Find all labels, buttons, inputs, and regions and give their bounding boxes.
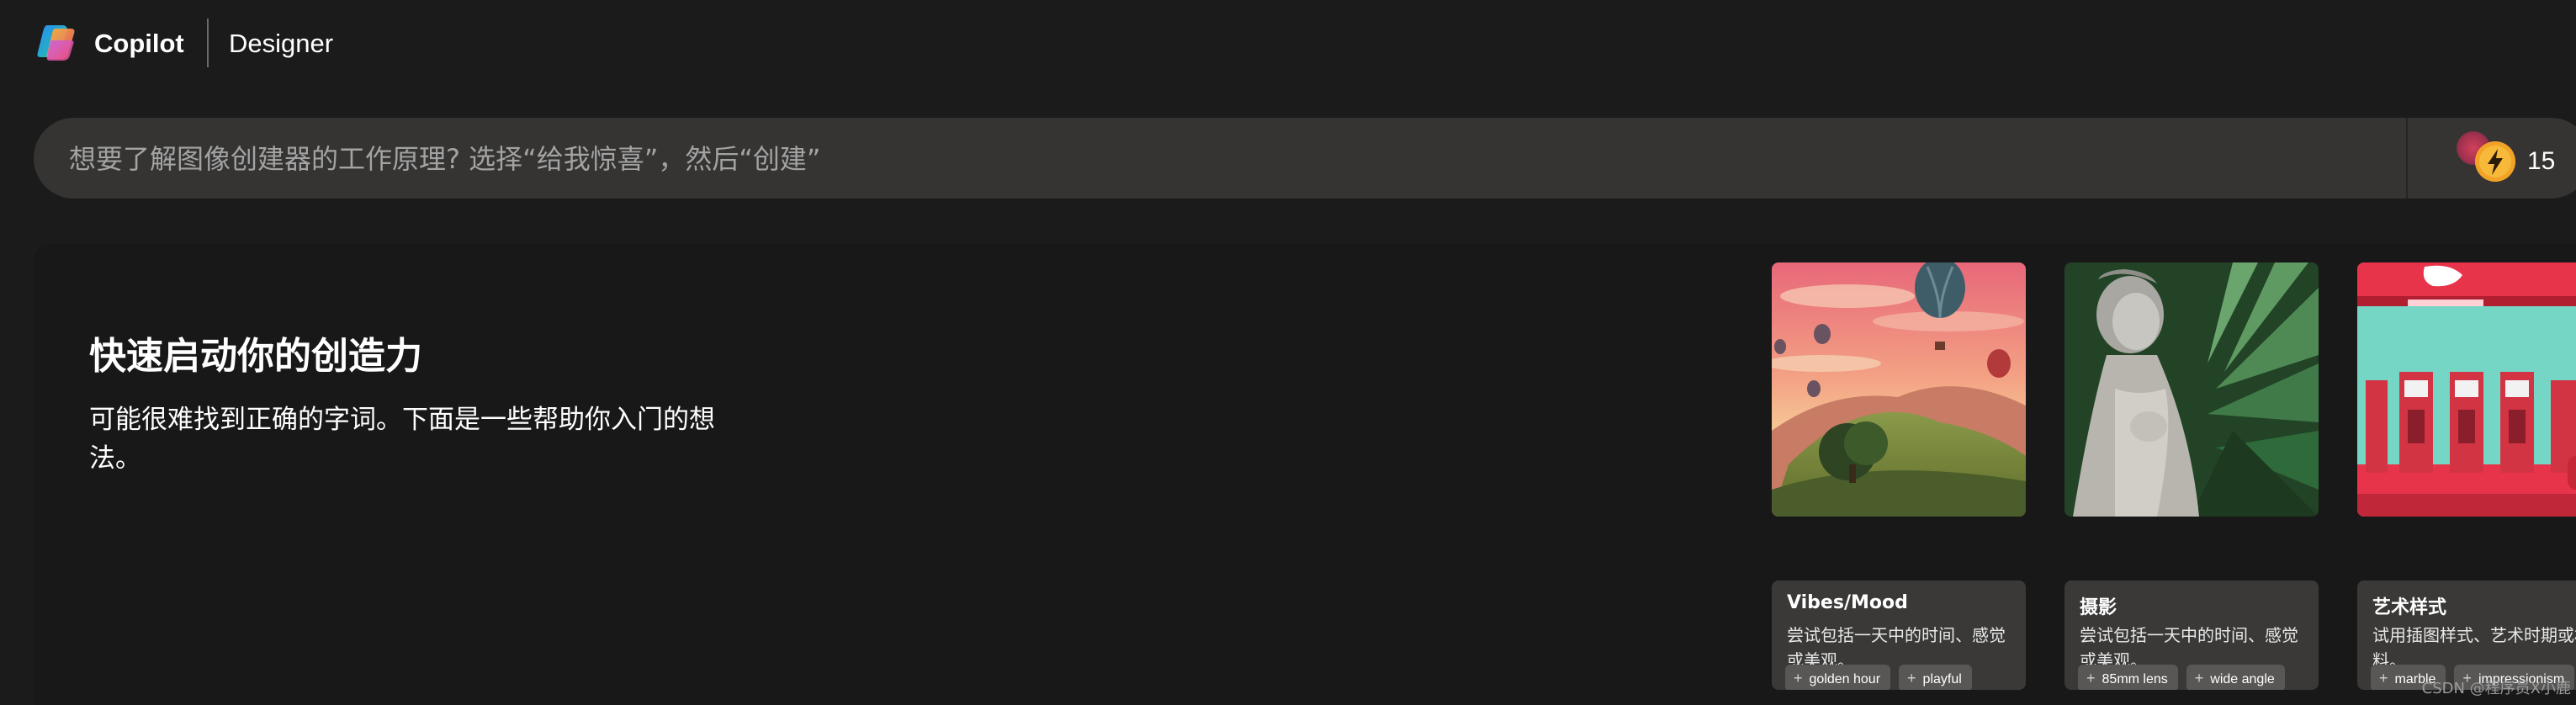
tag-label: wide angle <box>2210 672 2275 686</box>
prompt-divider <box>2406 118 2408 199</box>
card-title: 摄影 <box>2080 597 2118 618</box>
boost-count: 15 <box>2527 147 2556 175</box>
brand-name[interactable]: Copilot <box>94 25 184 62</box>
card-image-art-style[interactable] <box>2357 262 2576 517</box>
tag-label: 85mm lens <box>2102 672 2168 686</box>
lightning-coin-icon <box>2475 141 2515 182</box>
tag-label: golden hour <box>1809 672 1881 686</box>
statue-palm-photo <box>2065 262 2319 517</box>
page: Copilot Designer 15 快速启动你的创造力 可能很难找到正确的字… <box>0 0 2576 705</box>
plus-icon: + <box>2379 670 2388 686</box>
plus-icon: + <box>1794 670 1803 686</box>
card-vibes[interactable]: Vibes/Mood 尝试包括一天中的时间、感觉或美观。 + golden hou… <box>1772 580 2026 690</box>
prompt-bar: 15 <box>34 118 2576 200</box>
plus-icon: + <box>2086 670 2096 686</box>
prompt-input[interactable] <box>67 118 2426 200</box>
card-tags: +85mm lens + wide angle <box>2078 665 2293 690</box>
product-name[interactable]: Designer <box>229 25 333 62</box>
boost-counter[interactable]: 15 <box>2457 128 2576 188</box>
watermark: CSDN @程序员X小鹿 <box>2421 680 2571 697</box>
panel-description: 可能很难找到正确的字词。下面是一些帮助你入门的想法。 <box>89 405 715 474</box>
panel-title: 快速启动你的创造力 <box>89 335 422 378</box>
tag-chip[interactable]: +85mm lens <box>2078 665 2178 690</box>
header: Copilot Designer <box>0 0 2576 87</box>
balloon-landscape-illustration <box>1772 262 2026 517</box>
card-art-style[interactable]: 艺术样式 试用插图样式、艺术时期或材料。 + marble + impressioni… <box>2357 580 2576 690</box>
brand-divider <box>207 19 209 67</box>
tag-chip[interactable]: + golden hour <box>1785 665 1891 690</box>
plus-icon: + <box>1907 670 1916 686</box>
copilot-logo-icon[interactable] <box>35 20 81 66</box>
gas-station-illustration <box>2357 262 2576 517</box>
card-title: Vibes/Mood <box>1787 592 1908 613</box>
card-image-vibes[interactable] <box>1772 262 2026 517</box>
card-tags: + golden hour + playful <box>1785 665 1980 690</box>
card-title: 艺术样式 <box>2372 597 2447 618</box>
plus-icon: + <box>2194 670 2204 686</box>
tag-label: playful <box>1922 672 1962 686</box>
tag-chip[interactable]: + wide angle <box>2186 665 2285 690</box>
card-photography[interactable]: 摄影 尝试包括一天中的时间、感觉或美观。 +85mm lens + wide ang… <box>2065 580 2319 690</box>
card-image-photography[interactable] <box>2065 262 2319 517</box>
tag-chip[interactable]: + playful <box>1899 665 1972 690</box>
